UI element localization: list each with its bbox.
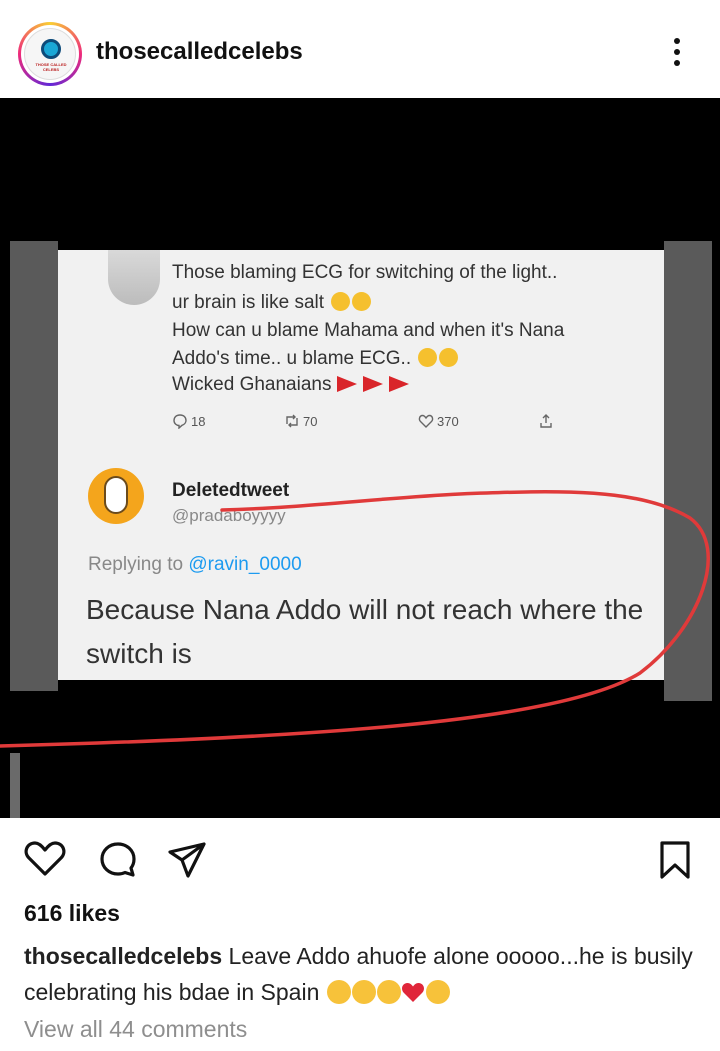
view-all-comments-link[interactable]: View all 44 comments — [24, 1016, 247, 1043]
laughing-emoji-icon — [326, 980, 351, 1004]
post-actions — [0, 818, 720, 898]
post-caption: thosecalledcelebs Leave Addo ahuofe alon… — [24, 938, 704, 1010]
caption-username[interactable]: thosecalledcelebs — [24, 943, 222, 969]
bookmark-icon[interactable] — [658, 840, 692, 880]
camera-logo-icon — [41, 39, 61, 59]
hugging-emoji-icon — [425, 980, 450, 1004]
more-options-icon[interactable] — [670, 38, 684, 70]
red-annotation-line — [0, 490, 710, 748]
heart-icon[interactable] — [24, 840, 66, 878]
avatar-caption: THOSE CALLED CELEBS — [35, 62, 67, 72]
post-header: THOSE CALLED CELEBS thosecalledcelebs — [0, 0, 720, 98]
avatar[interactable]: THOSE CALLED CELEBS — [18, 22, 82, 86]
red-heart-emoji-icon — [401, 983, 424, 1002]
comment-icon[interactable] — [98, 840, 138, 880]
likes-count[interactable]: 616 likes — [24, 900, 120, 927]
sweat-smile-emoji-icon — [376, 980, 401, 1004]
username[interactable]: thosecalledcelebs — [96, 38, 303, 66]
share-icon[interactable] — [166, 840, 208, 880]
laughing-emoji-icon — [351, 980, 376, 1004]
post-image: Those blaming ECG for switching of the l… — [0, 98, 720, 818]
